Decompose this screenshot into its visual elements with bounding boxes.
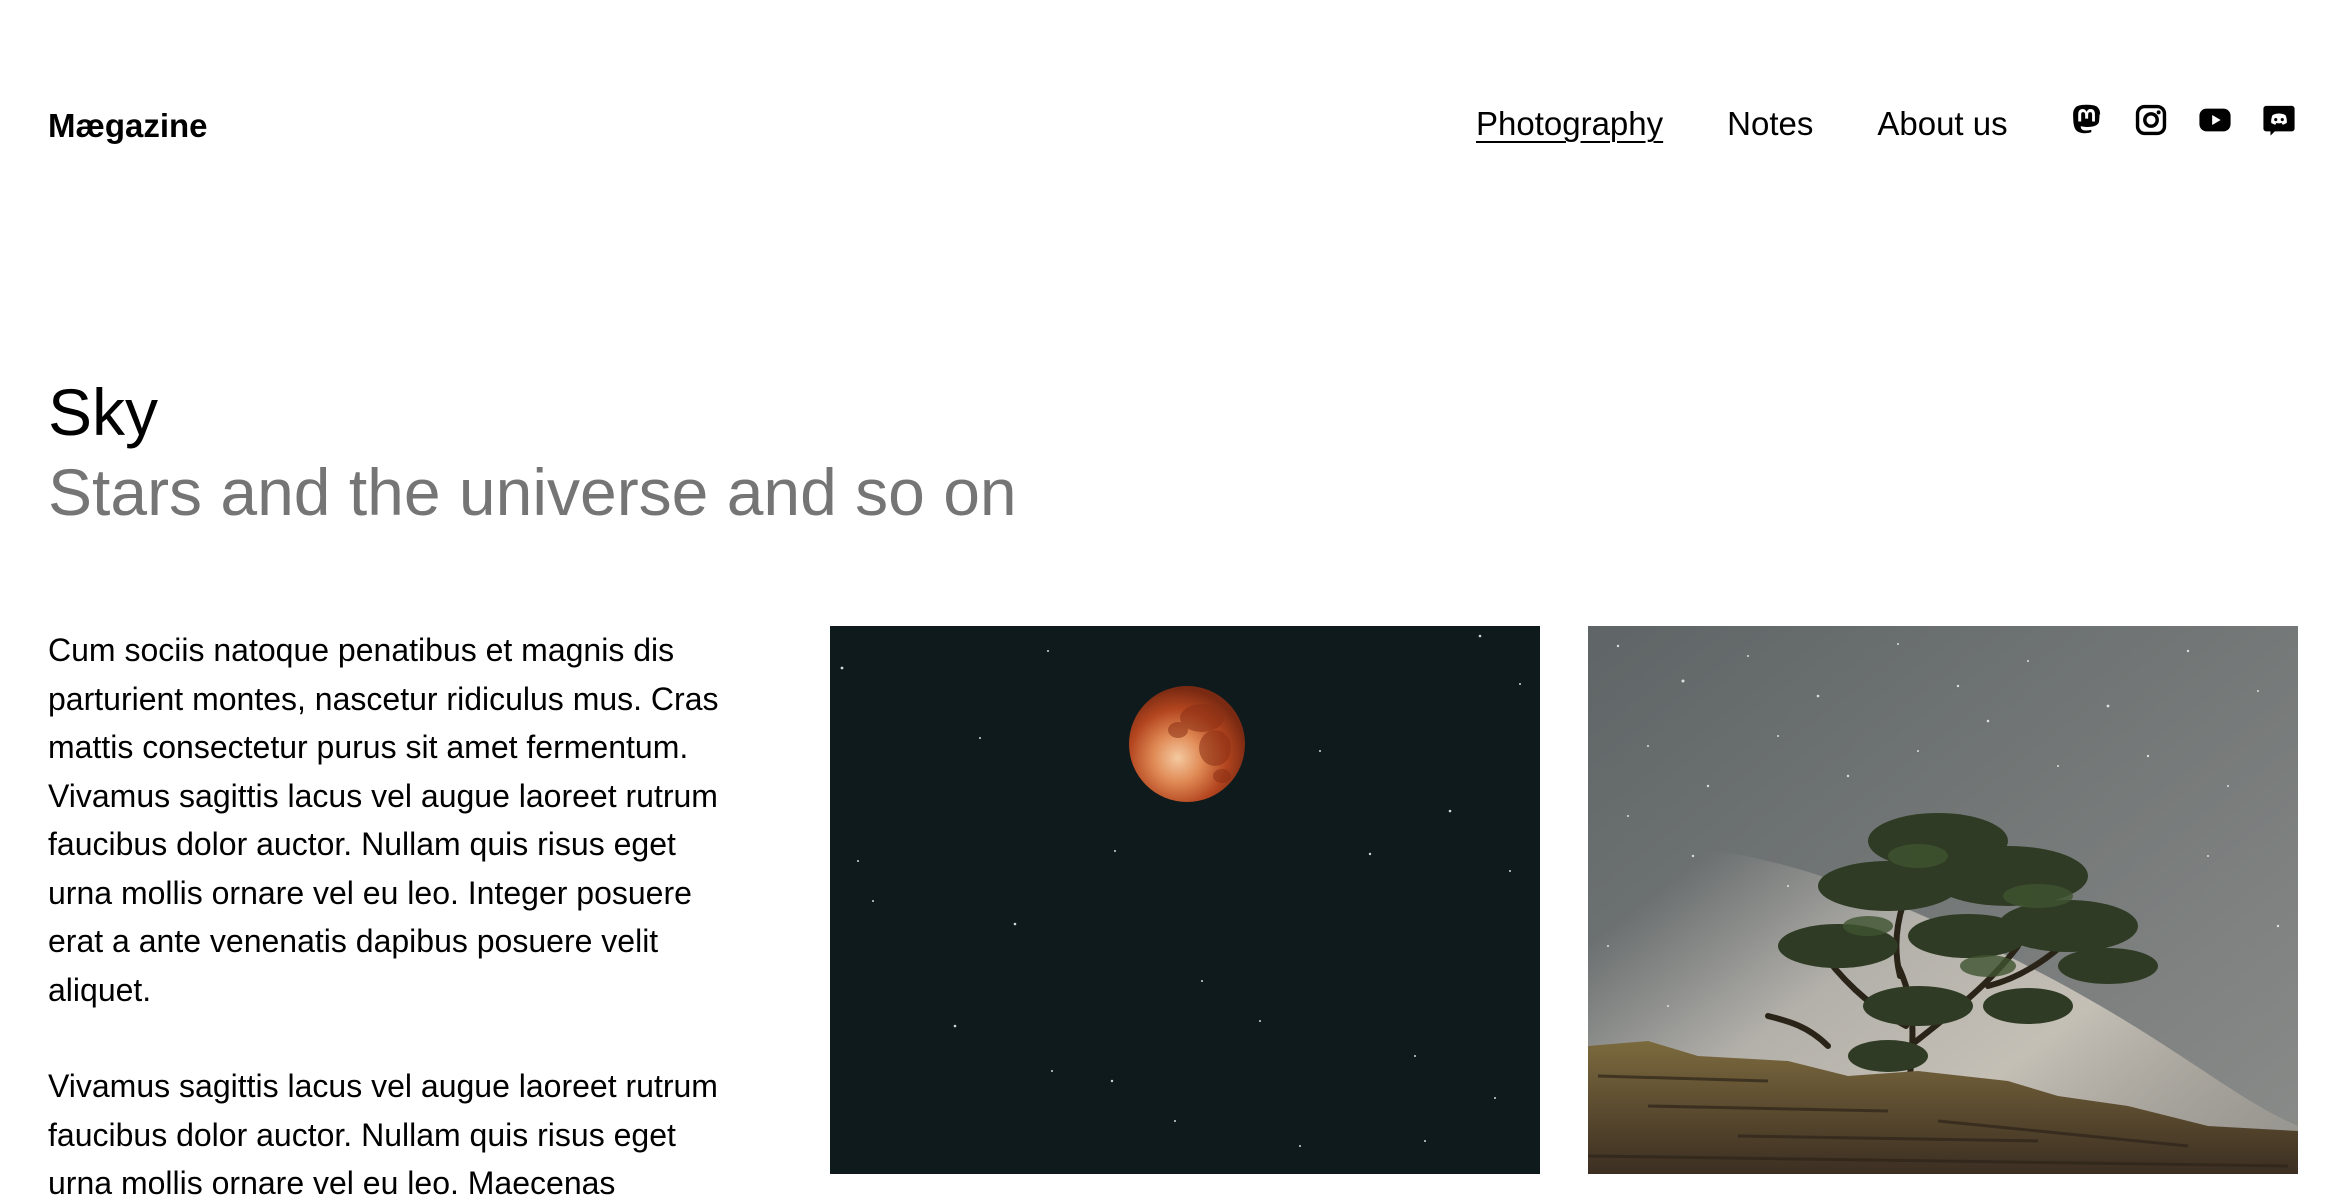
youtube-icon[interactable] (2198, 103, 2232, 137)
page-subtitle: Stars and the universe and so on (48, 455, 1017, 529)
nav-item-notes[interactable]: Notes (1727, 102, 1813, 146)
page-title: Sky (48, 375, 159, 449)
nav-item-about-us[interactable]: About us (1877, 102, 2007, 146)
page-heading: Sky Stars and the universe and so on (48, 372, 1017, 532)
mastodon-icon[interactable] (2070, 103, 2104, 137)
paragraph: Vivamus sagittis lacus vel augue laoreet… (48, 1068, 718, 1201)
blood-moon-photo[interactable] (830, 626, 1540, 1174)
nav-item-photography[interactable]: Photography (1476, 102, 1663, 146)
paragraph: Cum sociis natoque penatibus et magnis d… (48, 632, 719, 1008)
main-navigation: Photography Notes About us (1476, 102, 2072, 146)
social-links (2070, 100, 2296, 140)
article-text: Cum sociis natoque penatibus et magnis d… (48, 626, 748, 1204)
milky-way-tree-photo[interactable] (1588, 626, 2298, 1174)
site-title-link[interactable]: Mægazine (48, 104, 208, 148)
instagram-icon[interactable] (2134, 103, 2168, 137)
page: Mægazine Photography Notes About us Sky … (0, 0, 2328, 1204)
discord-icon[interactable] (2262, 103, 2296, 137)
